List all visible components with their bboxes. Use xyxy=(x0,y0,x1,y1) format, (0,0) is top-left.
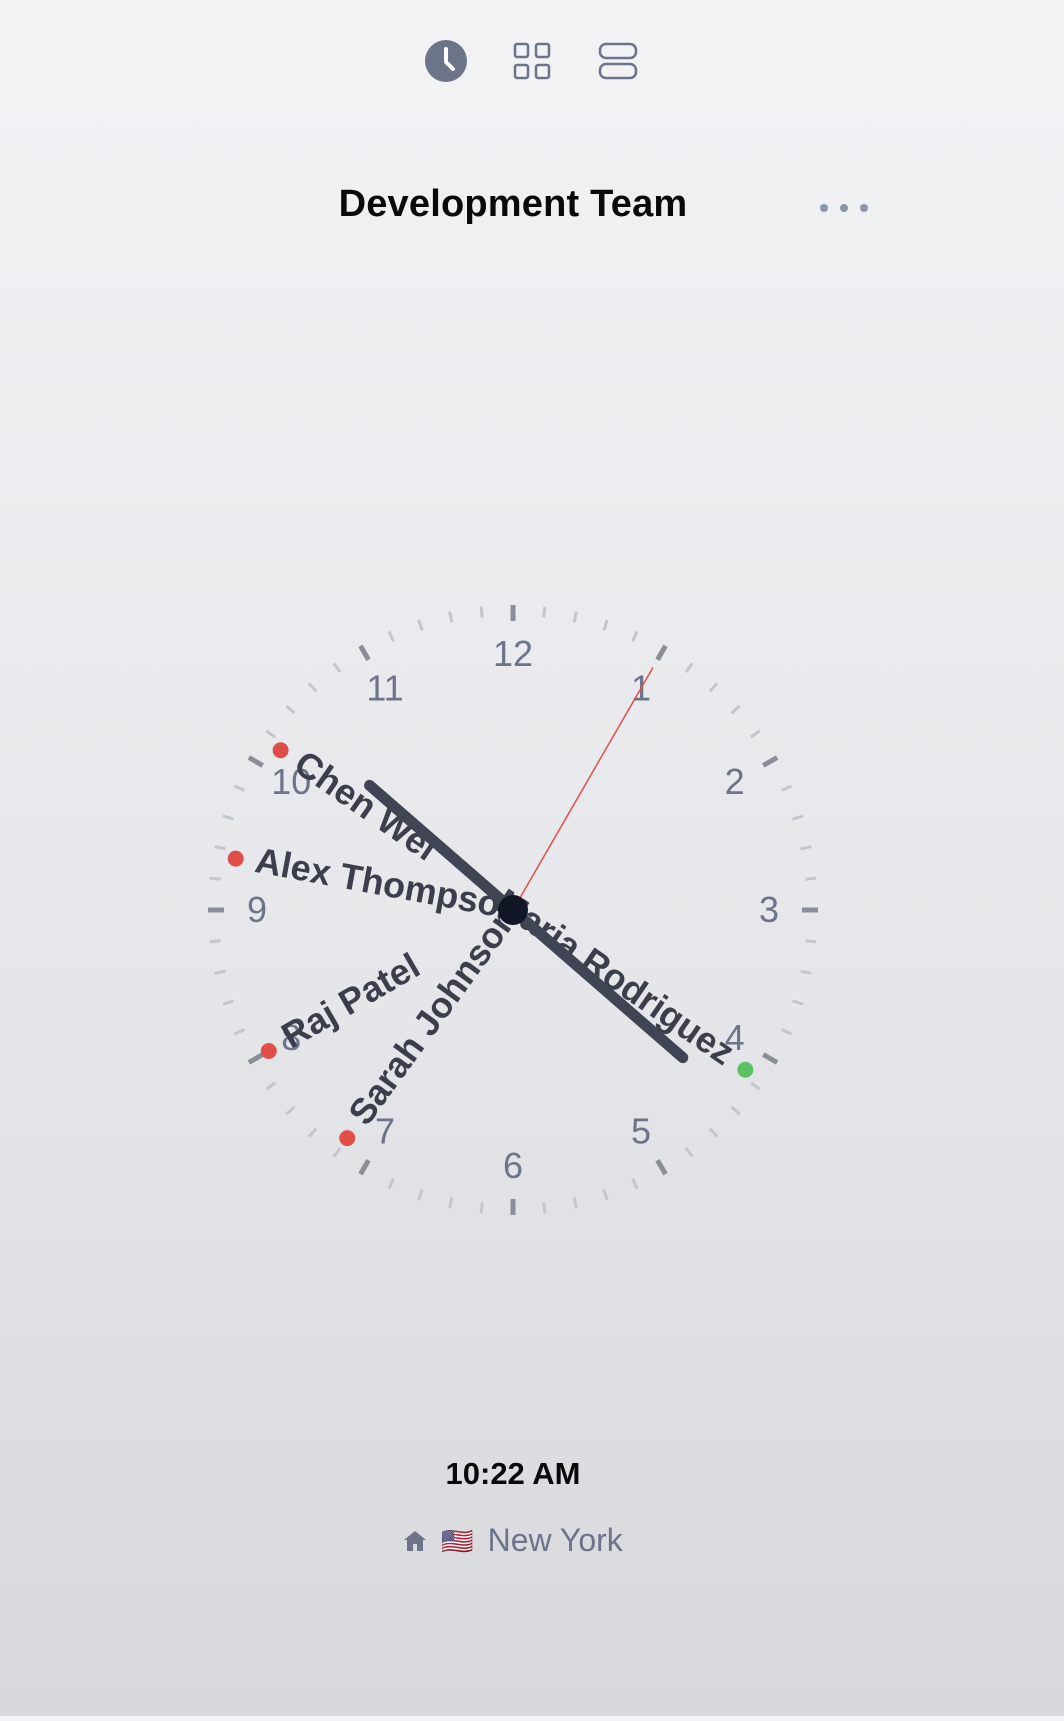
home-icon xyxy=(404,1530,427,1551)
clock-tick xyxy=(655,1159,668,1176)
clock-tick xyxy=(631,1177,639,1190)
status-dot-away xyxy=(339,1130,356,1147)
clock-tick xyxy=(479,606,484,618)
clock-tick xyxy=(285,1105,296,1116)
current-time: 10:22 AM xyxy=(445,1456,581,1491)
clock-tick xyxy=(800,969,812,975)
clock-tick xyxy=(780,784,793,792)
clock-tick xyxy=(307,682,318,693)
clock-numeral-11: 11 xyxy=(366,667,403,708)
clock-tick xyxy=(792,999,804,1006)
clock-tick xyxy=(631,630,639,643)
clock-tick xyxy=(209,939,221,944)
clock-tick xyxy=(542,1202,547,1214)
clock-tick xyxy=(214,845,226,851)
clock-tick xyxy=(602,1189,609,1201)
clock-tick xyxy=(214,969,226,975)
status-dot-online xyxy=(737,1061,754,1078)
clock-tick xyxy=(708,1127,719,1138)
clock-numeral-12: 12 xyxy=(493,633,533,674)
clock-tick xyxy=(332,1146,342,1158)
clock-tick xyxy=(448,611,454,623)
clock-tick xyxy=(265,1081,277,1091)
clock-tick xyxy=(749,729,761,739)
clock-tick xyxy=(708,682,719,693)
clock-tick xyxy=(307,1127,318,1138)
clock-numeral-5: 5 xyxy=(631,1111,651,1152)
clock-tick xyxy=(684,662,694,674)
clock-tick xyxy=(358,644,371,661)
clock-tick xyxy=(762,755,779,768)
clock-tick xyxy=(780,1028,793,1036)
clock-tick xyxy=(655,644,668,661)
clock-tick xyxy=(222,999,234,1006)
clock-tick xyxy=(448,1197,454,1209)
clock-tick xyxy=(602,619,609,631)
clock-tick xyxy=(805,939,817,944)
clock-tick xyxy=(417,1189,424,1201)
clock-tick xyxy=(233,1028,246,1036)
status-dot-away xyxy=(227,850,244,867)
clock-numeral-3: 3 xyxy=(759,889,779,930)
clock-tick xyxy=(358,1159,371,1176)
clock-tick xyxy=(233,784,246,792)
clock-tick xyxy=(222,814,234,821)
clock-tick xyxy=(800,845,812,851)
clock-tick xyxy=(209,876,221,881)
clock-tick xyxy=(730,1105,741,1116)
clock-tick xyxy=(265,729,277,739)
city-name: New York xyxy=(487,1522,623,1558)
clock-tick xyxy=(762,1052,779,1065)
clock-tick xyxy=(387,1177,395,1190)
clock-numeral-9: 9 xyxy=(247,889,267,930)
us-flag-icon: 🇺🇸 xyxy=(441,1525,474,1556)
second-hand xyxy=(512,667,654,911)
clock-center-pin xyxy=(498,895,528,925)
member-label[interactable]: Sarah Johnson xyxy=(340,898,526,1132)
clock-tick xyxy=(572,1197,578,1209)
clock-tick xyxy=(805,876,817,881)
clock-numeral-6: 6 xyxy=(503,1145,523,1186)
clock-tick xyxy=(479,1202,484,1214)
status-dot-away xyxy=(272,742,289,759)
clock-tick xyxy=(684,1146,694,1158)
clock-tick xyxy=(792,814,804,821)
status-dot-away xyxy=(260,1043,277,1059)
clock-tick xyxy=(247,755,264,768)
home-location[interactable]: 🇺🇸 New York xyxy=(0,1522,1026,1559)
clock-tick xyxy=(285,704,296,715)
clock-numeral-2: 2 xyxy=(725,761,745,802)
clock-tick xyxy=(417,619,424,631)
clock-tick xyxy=(572,611,578,623)
clock-tick xyxy=(542,606,547,618)
clock-tick xyxy=(749,1081,761,1091)
clock-tick xyxy=(247,1052,264,1065)
clock-tick xyxy=(387,630,395,643)
clock-tick xyxy=(332,662,342,674)
clock-tick xyxy=(730,704,741,715)
